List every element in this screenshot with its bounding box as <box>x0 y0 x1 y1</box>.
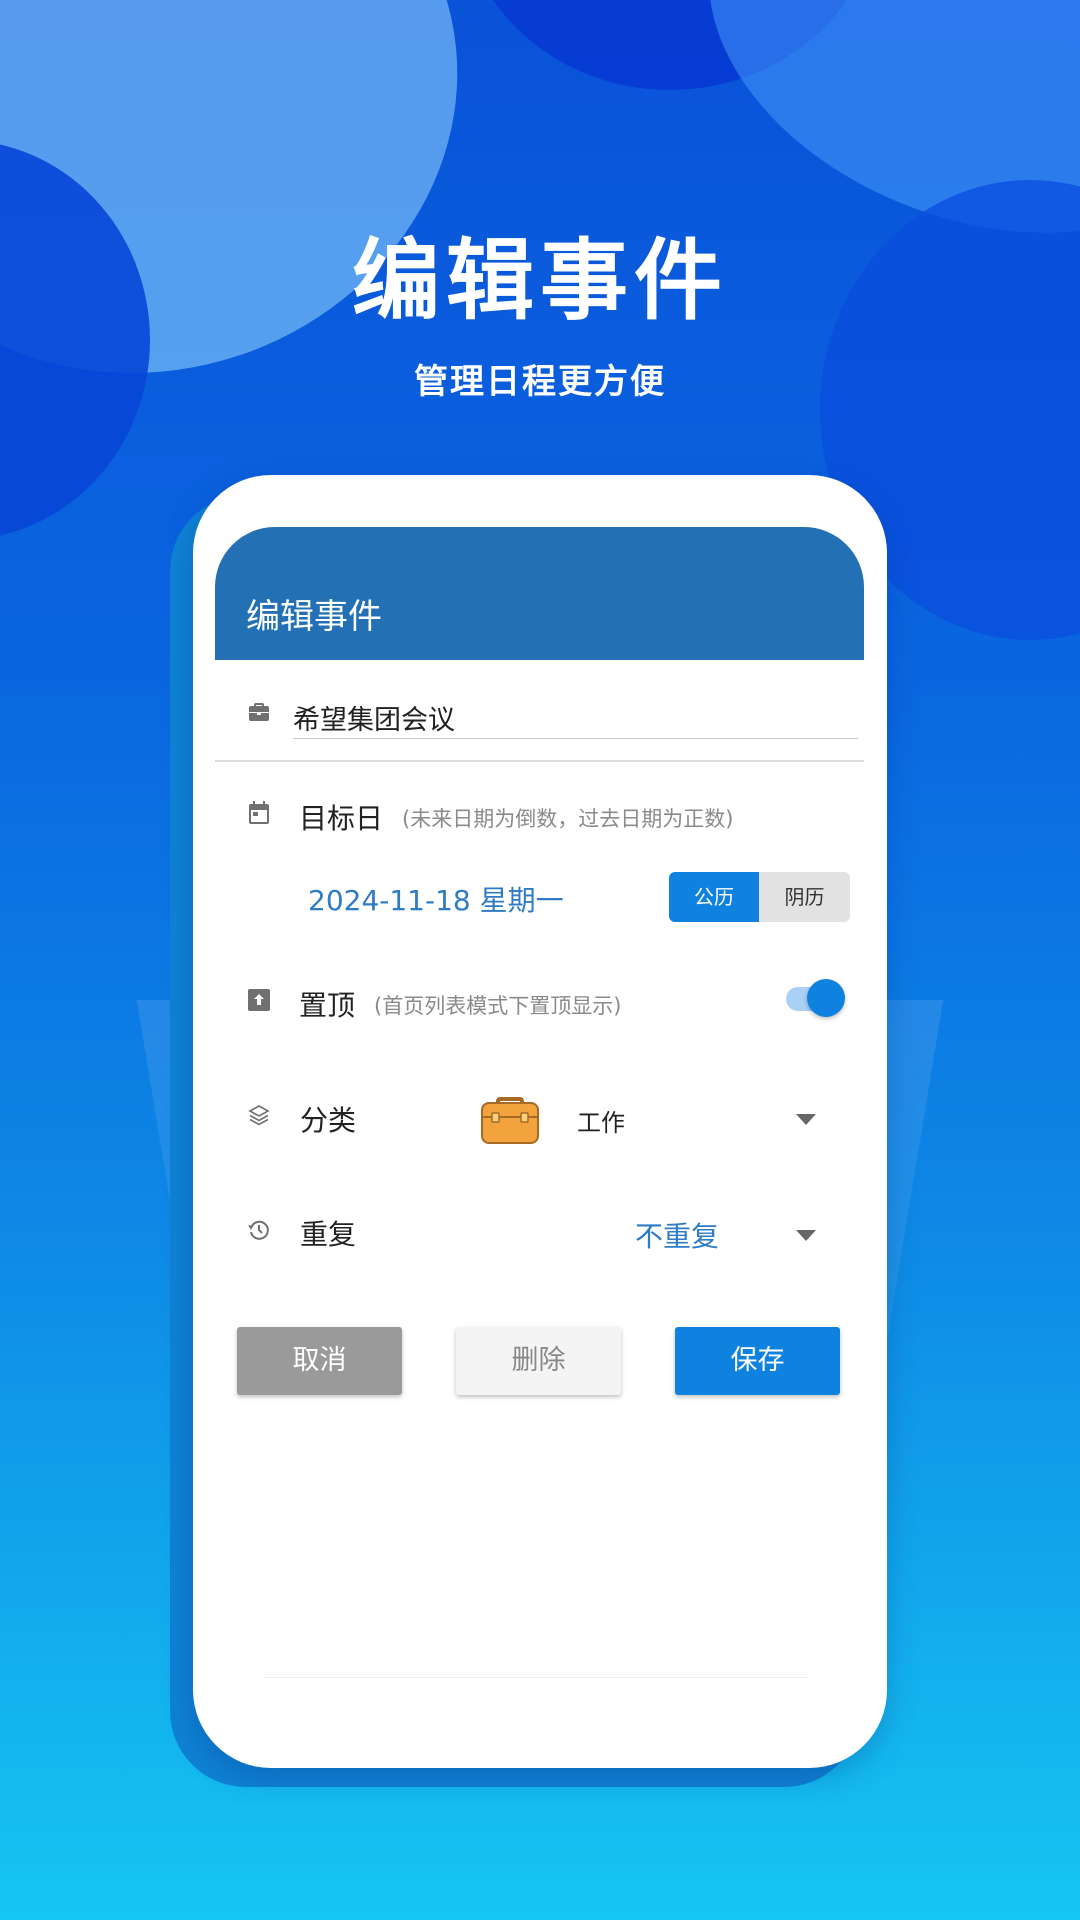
solar-calendar-option[interactable]: 公历 <box>669 872 759 922</box>
briefcase-icon <box>247 700 271 728</box>
repeat-label: 重复 <box>300 1218 357 1251</box>
divider <box>215 760 864 762</box>
app-header: 编辑事件 <box>215 527 864 660</box>
chevron-down-icon[interactable] <box>796 1114 816 1125</box>
promo-subline: 管理日程更方便 <box>414 362 666 402</box>
pin-toggle-knob[interactable] <box>807 979 845 1017</box>
pin-hint: (首页列表模式下置顶显示) <box>374 994 622 1018</box>
chevron-down-icon[interactable] <box>796 1230 816 1241</box>
calendar-icon <box>247 800 271 830</box>
pin-label: 置顶 <box>299 989 356 1022</box>
promo-headline: 编辑事件 <box>351 229 728 332</box>
phone-frame: 编辑事件 目标日 (未来日期为倒数，过去日期为正数) 2024-11-18 星期… <box>193 475 887 1768</box>
category-value[interactable]: 工作 <box>577 1103 625 1138</box>
cancel-button[interactable]: 取消 <box>237 1327 402 1395</box>
target-date-label: 目标日 <box>299 802 384 835</box>
delete-button[interactable]: 删除 <box>456 1327 621 1395</box>
repeat-value[interactable]: 不重复 <box>635 1215 719 1255</box>
divider <box>263 1677 807 1678</box>
app-screen: 编辑事件 目标日 (未来日期为倒数，过去日期为正数) 2024-11-18 星期… <box>215 527 864 1627</box>
target-date-value[interactable]: 2024-11-18 星期一 <box>308 879 564 919</box>
page-title: 编辑事件 <box>246 597 382 637</box>
briefcase-icon[interactable] <box>478 1083 542 1151</box>
target-date-hint: (未来日期为倒数，过去日期为正数) <box>402 807 734 831</box>
promo-page: 编辑事件 管理日程更方便 编辑事件 目标日 (未来日期为倒数，过去日期为正数) … <box>0 0 1080 1920</box>
category-label: 分类 <box>300 1104 357 1137</box>
save-button[interactable]: 保存 <box>675 1327 840 1395</box>
calendar-type-toggle: 公历 阴历 <box>669 872 850 922</box>
lunar-calendar-option[interactable]: 阴历 <box>759 872 850 922</box>
event-title-row <box>215 660 864 760</box>
pin-top-icon <box>247 988 271 1016</box>
event-title-input[interactable] <box>293 696 858 739</box>
history-icon <box>247 1218 271 1246</box>
layers-icon <box>247 1103 271 1131</box>
